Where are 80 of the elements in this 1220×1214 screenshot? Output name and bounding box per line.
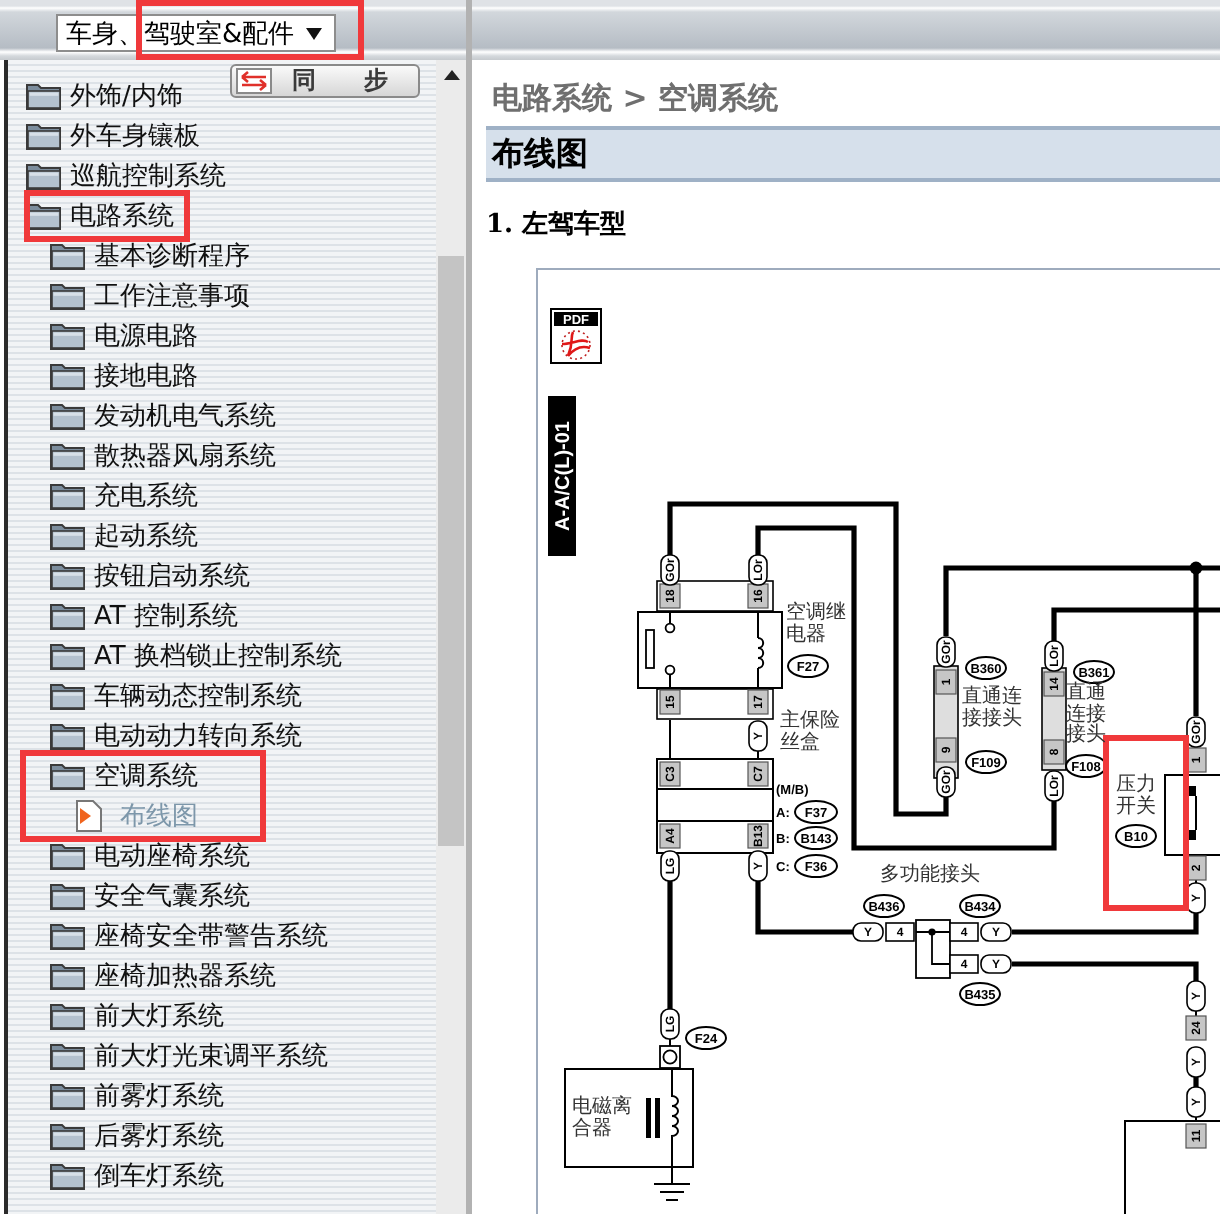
- tree-item[interactable]: 充电系统: [50, 476, 198, 516]
- folder-icon: [50, 682, 86, 710]
- tree-item[interactable]: 前大灯系统: [50, 996, 224, 1036]
- component-caption: 直通连接接头: [1066, 684, 1108, 747]
- folder-icon: [50, 922, 86, 950]
- tree-item[interactable]: AT 控制系统: [50, 596, 238, 636]
- component-caption: 多功能接头: [880, 866, 982, 887]
- folder-icon: [50, 962, 86, 990]
- tree-item[interactable]: 工作注意事项: [50, 276, 250, 316]
- folder-icon: [50, 602, 86, 630]
- tree-item[interactable]: 电源电路: [50, 316, 198, 356]
- folder-icon: [50, 842, 86, 870]
- ground-symbol: [653, 1167, 691, 1201]
- folder-icon: [50, 282, 86, 310]
- folder-icon: [26, 122, 62, 150]
- plug-symbol: [659, 1045, 681, 1069]
- tree-item[interactable]: 后雾灯系统: [50, 1116, 224, 1156]
- folder-icon: [50, 1002, 86, 1030]
- folder-icon: [50, 242, 86, 270]
- folder-icon: [50, 562, 86, 590]
- tree-item[interactable]: 起动系统: [50, 516, 198, 556]
- scrollbar-track[interactable]: [436, 60, 466, 1214]
- swap-arrows-icon: [236, 68, 272, 94]
- tree-item[interactable]: 电动动力转向系统: [50, 716, 302, 756]
- component-caption: 空调继电器: [786, 604, 848, 646]
- subsection-heading: 1. 左驾车型: [486, 208, 627, 244]
- diagram-code-label: A-A/C(L)-01: [548, 396, 576, 556]
- joint-connector-symbol: [915, 919, 951, 979]
- folder-icon: [50, 362, 86, 390]
- component-caption: 直通连接接头: [962, 688, 1024, 730]
- tree-item[interactable]: 外饰/内饰: [26, 76, 183, 116]
- scrollbar-thumb[interactable]: [438, 256, 464, 846]
- folder-icon: [50, 322, 86, 350]
- folder-icon: [50, 1162, 86, 1190]
- tree-item[interactable]: 发动机电气系统: [50, 396, 276, 436]
- breadcrumb: 电路系统 > 空调系统: [490, 78, 779, 118]
- tree-item[interactable]: 空调系统: [50, 756, 198, 796]
- folder-icon: [50, 642, 86, 670]
- folder-icon: [50, 402, 86, 430]
- folder-icon: [50, 482, 86, 510]
- tree-item[interactable]: 基本诊断程序: [50, 236, 250, 276]
- section-title: 布线图: [492, 133, 588, 175]
- tree-item[interactable]: 前雾灯系统: [50, 1076, 224, 1116]
- tree-item[interactable]: 电动座椅系统: [50, 836, 250, 876]
- folder-icon: [26, 82, 62, 110]
- tree-item[interactable]: 座椅加热器系统: [50, 956, 276, 996]
- folder-icon: [26, 162, 62, 190]
- component-caption: 主保险丝盒: [780, 712, 842, 754]
- category-dropdown[interactable]: 车身、驾驶室&配件: [56, 14, 337, 52]
- tree-item[interactable]: 前大灯光束调平系统: [50, 1036, 328, 1076]
- scroll-up-arrow-icon[interactable]: [443, 70, 459, 80]
- tree-item[interactable]: 座椅安全带警告系统: [50, 916, 328, 956]
- sync-button[interactable]: 同 步: [230, 64, 420, 98]
- swirl-icon: [560, 330, 592, 360]
- folder-icon: [50, 1122, 86, 1150]
- folder-icon: [50, 882, 86, 910]
- component-caption: 电磁离合器: [572, 1098, 634, 1140]
- folder-icon: [50, 442, 86, 470]
- tree-item[interactable]: 电路系统: [26, 196, 174, 236]
- folder-icon: [50, 762, 86, 790]
- component-caption: 压力开关: [1116, 776, 1158, 818]
- wire: [667, 878, 673, 1012]
- clutch-symbol: [564, 1068, 694, 1168]
- tree-item[interactable]: 按钮启动系统: [50, 556, 250, 596]
- folder-icon: [50, 522, 86, 550]
- tree-item[interactable]: 车辆动态控制系统: [50, 676, 302, 716]
- junction-dot: [1189, 561, 1203, 575]
- tree-item[interactable]: AT 换档锁止控制系统: [50, 636, 342, 676]
- folder-icon: [50, 722, 86, 750]
- tree-item[interactable]: 接地电路: [50, 356, 198, 396]
- folder-icon: [50, 1082, 86, 1110]
- caret-icon: [306, 27, 323, 39]
- folder-icon: [50, 1042, 86, 1070]
- wire: [755, 878, 854, 935]
- tree-item[interactable]: 巡航控制系统: [26, 156, 226, 196]
- document-icon: [76, 800, 102, 832]
- tree-item[interactable]: 外车身镶板: [26, 116, 200, 156]
- tree-item[interactable]: 散热器风扇系统: [50, 436, 276, 476]
- tree-item[interactable]: 安全气囊系统: [50, 876, 250, 916]
- tree-item[interactable]: 倒车灯系统: [50, 1156, 224, 1196]
